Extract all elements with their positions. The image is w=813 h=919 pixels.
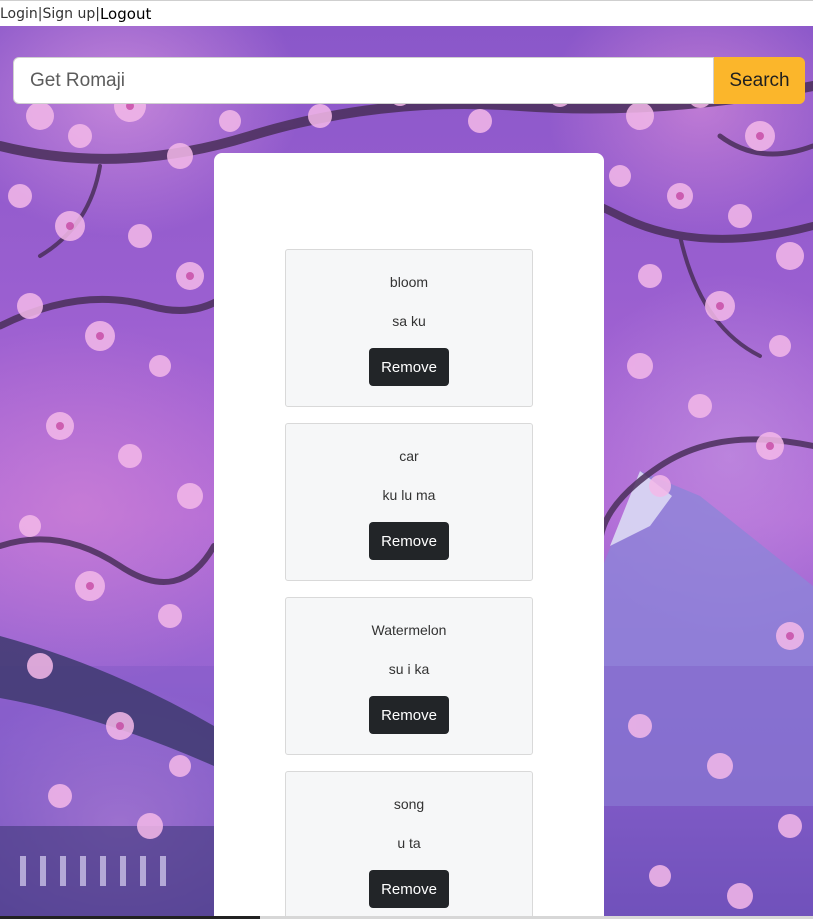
logout-link[interactable]: Logout	[100, 5, 151, 23]
signup-link[interactable]: Sign up	[43, 6, 96, 22]
search-button[interactable]: Search	[714, 57, 805, 104]
top-nav: Login | Sign up | Logout	[0, 0, 813, 26]
word-card: song u ta Remove	[285, 771, 533, 919]
word-text: car	[399, 448, 419, 464]
remove-button[interactable]: Remove	[369, 522, 449, 560]
word-text: Watermelon	[371, 622, 447, 638]
word-text: bloom	[389, 274, 429, 290]
remove-button[interactable]: Remove	[369, 696, 449, 734]
romaji-text: sa ku	[392, 313, 426, 329]
remove-button[interactable]: Remove	[369, 870, 449, 908]
romaji-text: su i ka	[388, 661, 430, 677]
romaji-text: ku lu ma	[382, 487, 436, 503]
romaji-text: u ta	[397, 835, 421, 851]
word-card: Watermelon su i ka Remove	[285, 597, 533, 755]
word-card: bloom sa ku Remove	[285, 249, 533, 407]
word-card: car ku lu ma Remove	[285, 423, 533, 581]
saved-words-panel: bloom sa ku Remove car ku lu ma Remove W…	[214, 153, 604, 919]
search-input[interactable]	[13, 57, 714, 104]
remove-button[interactable]: Remove	[369, 348, 449, 386]
login-link[interactable]: Login	[0, 6, 38, 22]
word-text: song	[393, 796, 425, 812]
